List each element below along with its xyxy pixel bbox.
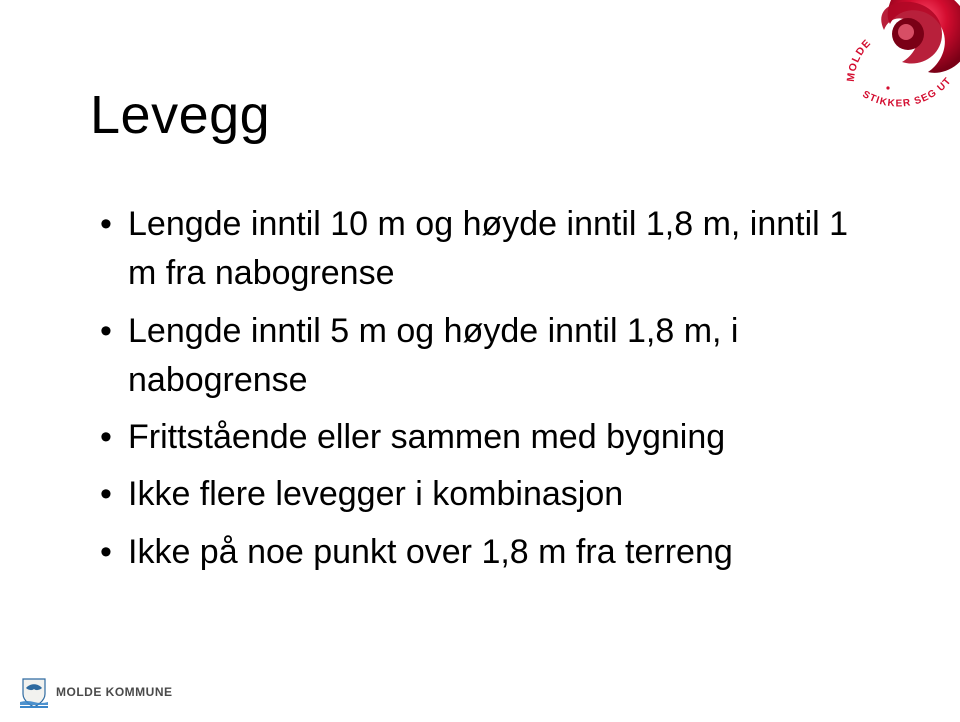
rose-top-text: MOLDE — [845, 37, 874, 83]
bullet-text: Lengde inntil 5 m og høyde inntil 1,8 m,… — [128, 312, 738, 399]
rose-logo: MOLDE STIKKER SEG UT — [824, 0, 960, 124]
rose-bottom-text: STIKKER SEG UT — [860, 75, 954, 109]
svg-text:MOLDE: MOLDE — [845, 37, 874, 83]
bullet-text: Frittstående eller sammen med bygning — [128, 418, 725, 456]
bullet-list: Lengde inntil 10 m og høyde inntil 1,8 m… — [100, 200, 880, 585]
svg-text:STIKKER SEG UT: STIKKER SEG UT — [860, 75, 954, 109]
list-item: Ikke på noe punkt over 1,8 m fra terreng — [100, 528, 880, 577]
footer-logo: MOLDE KOMMUNE — [20, 676, 173, 708]
list-item: Lengde inntil 5 m og høyde inntil 1,8 m,… — [100, 307, 880, 406]
list-item: Ikke flere levegger i kombinasjon — [100, 470, 880, 519]
crest-icon — [20, 676, 48, 708]
list-item: Frittstående eller sammen med bygning — [100, 413, 880, 462]
bullet-text: Ikke på noe punkt over 1,8 m fra terreng — [128, 533, 733, 571]
slide: MOLDE STIKKER SEG UT Levegg Lengde innti… — [0, 0, 960, 722]
bullet-text: Lengde inntil 10 m og høyde inntil 1,8 m… — [128, 205, 848, 292]
slide-title: Levegg — [90, 84, 270, 146]
bullet-text: Ikke flere levegger i kombinasjon — [128, 475, 623, 513]
list-item: Lengde inntil 10 m og høyde inntil 1,8 m… — [100, 200, 880, 299]
footer-org: MOLDE KOMMUNE — [56, 685, 173, 699]
